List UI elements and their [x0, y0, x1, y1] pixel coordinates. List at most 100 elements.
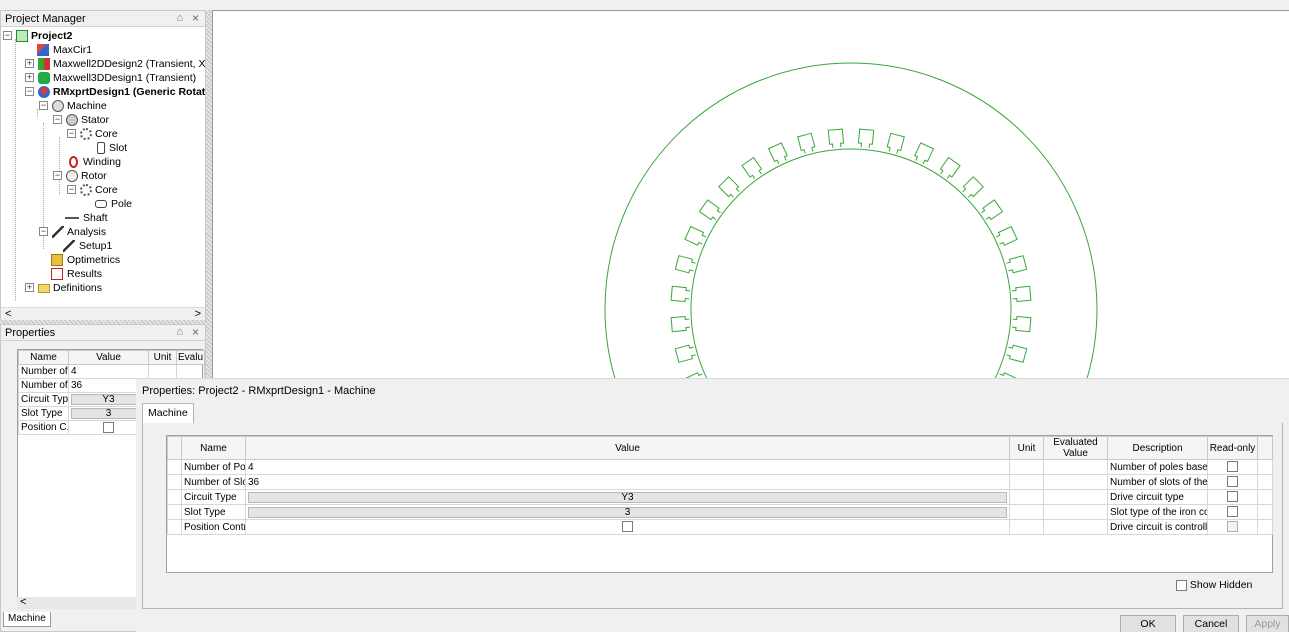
expand-icon[interactable]: + [25, 73, 34, 82]
property-name: Number of Poles [181, 459, 246, 475]
circuit-type-button[interactable]: Y3 [248, 491, 1007, 503]
collapse-icon[interactable]: − [67, 185, 76, 194]
stator-bore-circle [690, 148, 1012, 378]
tree-label: Core [95, 184, 118, 196]
row-header[interactable] [167, 519, 182, 535]
slot-icon [97, 142, 105, 154]
expand-icon[interactable]: + [25, 283, 34, 292]
dialog-tab-machine[interactable]: Machine [142, 403, 194, 423]
position-control-checkbox[interactable] [103, 421, 114, 433]
position-control-checkbox[interactable] [622, 521, 633, 533]
table-row[interactable]: Number of Poles 4 Number of poles based.… [167, 459, 1273, 475]
collapse-icon[interactable]: − [53, 115, 62, 124]
modeler-canvas[interactable] [212, 10, 1289, 378]
tree-label: Maxwell3DDesign1 (Transient) [53, 72, 197, 84]
property-description: Number of poles based... [1107, 459, 1208, 475]
stator-drawing [604, 62, 1098, 378]
slot-type-button[interactable]: 3 [71, 408, 146, 419]
read-only-checkbox[interactable] [1227, 506, 1238, 518]
properties-dialog: Properties: Project2 - RMxprtDesign1 - M… [136, 378, 1289, 632]
tree-label: Rotor [81, 170, 107, 182]
column-header[interactable]: Value [68, 350, 149, 365]
table-row[interactable]: Slot Type 3 Slot type of the iron core [167, 504, 1273, 520]
tree-label: RMxprtDesign1 (Generic Rotating I [53, 86, 205, 98]
properties-title-text: Properties [5, 327, 56, 339]
row-header[interactable] [167, 459, 182, 475]
circuit-type-button[interactable]: Y3 [71, 394, 146, 405]
stator-slot [981, 199, 1004, 221]
column-header[interactable]: Read-only [1207, 436, 1258, 460]
tab-machine[interactable]: Machine [3, 612, 51, 627]
collapse-icon[interactable]: − [67, 129, 76, 138]
collapse-icon[interactable]: − [39, 101, 48, 110]
column-header[interactable]: Description [1107, 436, 1208, 460]
tree-label: Pole [111, 198, 133, 210]
close-icon[interactable]: × [192, 11, 199, 25]
stator-slot [767, 142, 788, 165]
collapse-icon[interactable]: − [39, 227, 48, 236]
read-only-checkbox[interactable] [1227, 476, 1238, 488]
apply-button[interactable]: Apply [1246, 615, 1289, 632]
tree-label: Setup1 [79, 240, 113, 252]
collapse-icon[interactable]: − [3, 31, 12, 40]
tree-label: Shaft [83, 212, 108, 224]
row-header[interactable] [167, 504, 182, 520]
pin-icon[interactable]: ⌂ [176, 326, 183, 338]
cancel-button[interactable]: Cancel [1183, 615, 1239, 632]
close-icon[interactable]: × [192, 325, 199, 339]
property-value[interactable]: 36 [245, 474, 1010, 490]
column-header[interactable]: Unit [148, 350, 177, 365]
stator-slot [797, 132, 816, 154]
column-header[interactable]: Value [245, 436, 1010, 460]
column-header[interactable]: Name [18, 350, 69, 365]
tree-horizontal-scrollbar[interactable]: < > [1, 307, 205, 321]
table-row[interactable]: Position Control Drive circuit is contro… [167, 519, 1273, 535]
column-header[interactable]: Unit [1009, 436, 1044, 460]
scroll-left-icon[interactable]: < [5, 308, 11, 320]
tree-label: Slot [109, 142, 128, 154]
property-name: Position Control [181, 519, 246, 535]
table-row[interactable]: Circuit Type Y3 Drive circuit type [167, 489, 1273, 505]
stator-slot [698, 199, 721, 221]
ok-button[interactable]: OK [1120, 615, 1176, 632]
property-description: Number of slots of the ir... [1107, 474, 1208, 490]
property-name: Slot Type [18, 406, 69, 421]
read-only-checkbox[interactable] [1227, 491, 1238, 503]
project-icon [16, 30, 28, 42]
property-name: Circuit Type [18, 392, 69, 407]
project-manager-title: Project Manager ⌂ × [1, 11, 205, 27]
rotor-icon [66, 170, 78, 182]
stator-slot [886, 132, 905, 154]
slot-type-button[interactable]: 3 [248, 506, 1007, 518]
show-hidden-checkbox[interactable] [1176, 579, 1187, 591]
column-header[interactable]: Evalu [176, 350, 205, 365]
project-manager-panel: Project Manager ⌂ × − Project2 MaxCir1 +… [0, 10, 206, 322]
property-value[interactable]: 4 [245, 459, 1010, 475]
tree-label: Results [67, 268, 103, 280]
collapse-icon[interactable]: − [53, 171, 62, 180]
property-value[interactable]: 4 [68, 364, 149, 379]
tree-label: MaxCir1 [53, 44, 93, 56]
scroll-right-icon[interactable]: > [195, 308, 201, 320]
column-header[interactable]: Name [181, 436, 246, 460]
expand-icon[interactable]: + [25, 59, 34, 68]
show-hidden-option[interactable]: Show Hidden [1176, 579, 1252, 591]
tree-label: Project2 [31, 30, 73, 42]
table-row[interactable]: Number of... 4 [18, 364, 205, 379]
design-3d-icon [38, 72, 50, 84]
column-header[interactable]: Evaluated Value [1043, 436, 1108, 460]
scroll-left-icon[interactable]: < [20, 596, 26, 608]
property-name: Position C... [18, 420, 69, 435]
row-header[interactable] [167, 489, 182, 505]
read-only-checkbox [1227, 521, 1238, 533]
pin-icon[interactable]: ⌂ [176, 12, 183, 24]
stator-slot [857, 128, 875, 149]
collapse-icon[interactable]: − [25, 87, 34, 96]
property-name: Slot Type [181, 504, 246, 520]
table-row[interactable]: Number of Slots 36 Number of slots of th… [167, 474, 1273, 490]
tree-label: Definitions [53, 282, 103, 294]
row-header[interactable] [167, 474, 182, 490]
read-only-checkbox[interactable] [1227, 461, 1238, 473]
project-tree[interactable]: − Project2 MaxCir1 + Maxwell2DDesign2 (T… [1, 27, 205, 309]
stator-slot [995, 225, 1018, 246]
